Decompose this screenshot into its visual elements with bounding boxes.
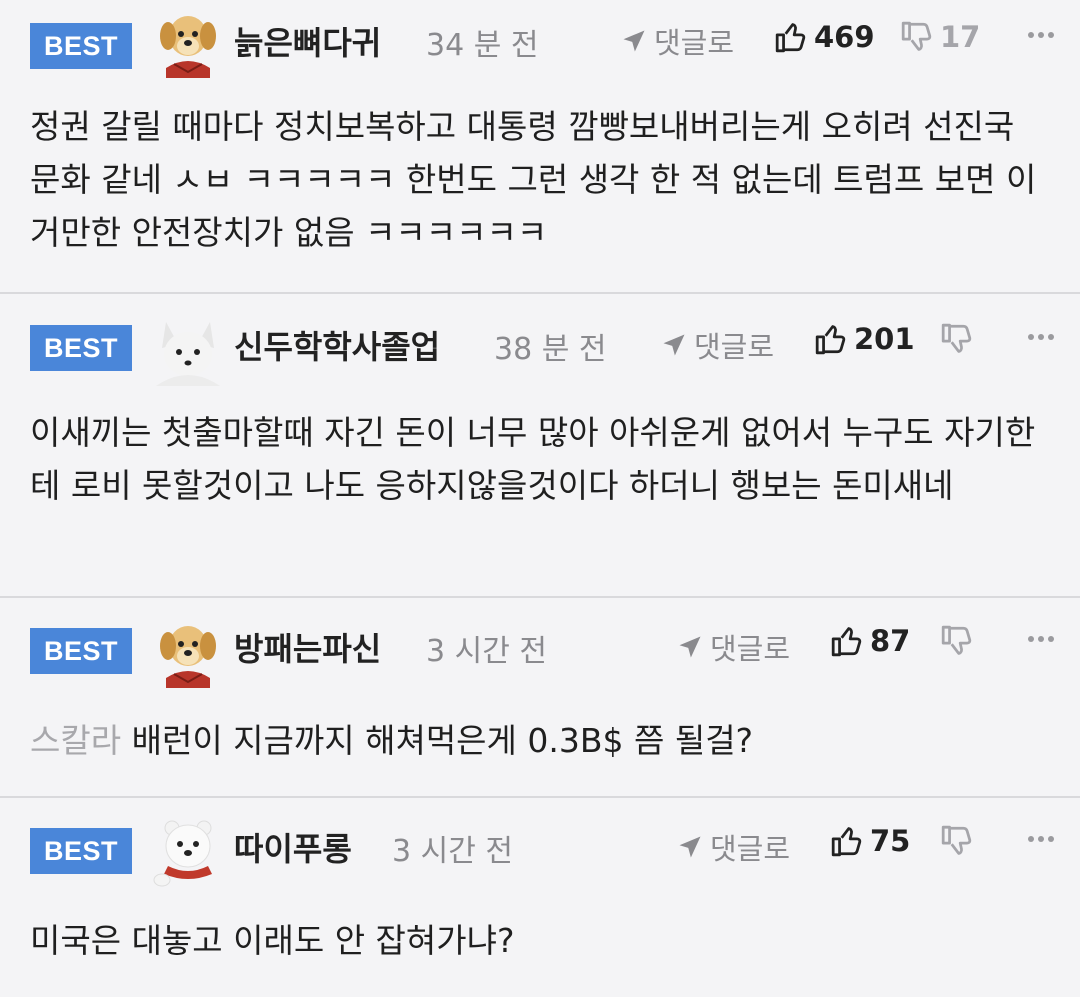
thumb-up-icon — [774, 20, 808, 54]
comment-item: BEST 늙은뼈다귀 34 분 전 댓글로 469 17 정권 갈릴 때마다 정… — [0, 0, 1080, 294]
more-options-icon[interactable] — [1028, 836, 1054, 842]
reply-label: 댓글로 — [710, 832, 791, 866]
comment-header: BEST 따이푸롱 3 시간 전 댓글로 75 — [0, 798, 1080, 896]
comment-time: 3 시간 전 — [426, 634, 547, 669]
best-badge: BEST — [30, 325, 132, 371]
reply-arrow-icon — [676, 833, 704, 861]
upvote-count: 469 — [814, 20, 875, 54]
comment-time: 34 분 전 — [426, 28, 539, 63]
comment-text: 이새끼는 첫출마할때 자긴 돈이 너무 많아 아쉬운게 없어서 누구도 자기한테… — [30, 413, 1036, 505]
comment-text: 미국은 대놓고 이래도 안 잡혀가냐? — [30, 921, 515, 960]
reply-button[interactable]: 댓글로 — [676, 826, 790, 868]
reply-label: 댓글로 — [710, 632, 791, 666]
reply-arrow-icon — [676, 633, 704, 661]
author-nickname[interactable]: 방패는파신 — [234, 624, 381, 670]
more-options-icon[interactable] — [1028, 636, 1054, 642]
author-nickname[interactable]: 늙은뼈다귀 — [234, 18, 381, 64]
reply-arrow-icon — [660, 331, 688, 359]
best-badge: BEST — [30, 828, 132, 874]
comment-text-line: 스칼라 배런이 지금까지 해쳐먹은게 0.3B$ 쯤 될걸? — [0, 696, 1080, 767]
reply-button[interactable]: 댓글로 — [660, 324, 774, 366]
quoted-user[interactable]: 스칼라 — [30, 721, 121, 760]
downvote-button[interactable] — [940, 322, 980, 356]
comment-header: BEST 신두학학사졸업 38 분 전 댓글로 201 — [0, 294, 1080, 400]
downvote-button[interactable] — [940, 624, 980, 658]
more-options-icon[interactable] — [1028, 334, 1054, 340]
comment-text: 정권 갈릴 때마다 정치보복하고 대통령 깜빵보내버리는게 오히려 선진국 문화… — [30, 107, 1037, 252]
polar-bear-avatar[interactable] — [152, 816, 224, 888]
upvote-count: 87 — [870, 624, 911, 658]
reply-button[interactable]: 댓글로 — [620, 20, 734, 62]
arctic-fox-avatar[interactable] — [152, 314, 224, 386]
reply-button[interactable]: 댓글로 — [676, 626, 790, 668]
upvote-button[interactable]: 87 — [830, 624, 910, 658]
thumb-up-icon — [830, 624, 864, 658]
best-badge: BEST — [30, 23, 132, 69]
reply-label: 댓글로 — [654, 26, 735, 60]
comment-item: BEST 신두학학사졸업 38 분 전 댓글로 201 이새끼는 첫출마할때 자… — [0, 294, 1080, 598]
comment-item: BEST 따이푸롱 3 시간 전 댓글로 75 미국은 대놓고 이래도 안 잡혀… — [0, 798, 1080, 997]
comment-header: BEST 늙은뼈다귀 34 분 전 댓글로 469 17 — [0, 0, 1080, 86]
thumb-down-icon — [940, 624, 974, 658]
more-options-icon[interactable] — [1028, 32, 1054, 38]
downvote-button[interactable] — [940, 824, 980, 858]
upvote-button[interactable]: 75 — [830, 824, 910, 858]
upvote-count: 75 — [870, 824, 911, 858]
reply-label: 댓글로 — [694, 330, 775, 364]
downvote-count: 17 — [940, 20, 981, 54]
puppy-avatar[interactable] — [152, 616, 224, 688]
puppy-avatar[interactable] — [152, 6, 224, 78]
best-badge: BEST — [30, 628, 132, 674]
upvote-count: 201 — [854, 322, 915, 356]
comment-header: BEST 방패는파신 3 시간 전 댓글로 87 — [0, 598, 1080, 696]
upvote-button[interactable]: 201 — [814, 322, 915, 356]
thumb-up-icon — [814, 322, 848, 356]
upvote-button[interactable]: 469 — [774, 20, 875, 54]
reply-arrow-icon — [620, 27, 648, 55]
thumb-down-icon — [940, 824, 974, 858]
comment-text: 배런이 지금까지 해쳐먹은게 0.3B$ 쯤 될걸? — [131, 721, 754, 760]
thumb-down-icon — [900, 20, 934, 54]
downvote-button[interactable]: 17 — [900, 20, 980, 54]
comment-item: BEST 방패는파신 3 시간 전 댓글로 87 스칼라 배런이 지금까지 해쳐… — [0, 598, 1080, 798]
thumb-down-icon — [940, 322, 974, 356]
author-nickname[interactable]: 신두학학사졸업 — [234, 322, 440, 368]
thumb-up-icon — [830, 824, 864, 858]
comment-time: 38 분 전 — [494, 332, 607, 367]
comment-time: 3 시간 전 — [392, 834, 513, 869]
author-nickname[interactable]: 따이푸롱 — [234, 824, 352, 870]
